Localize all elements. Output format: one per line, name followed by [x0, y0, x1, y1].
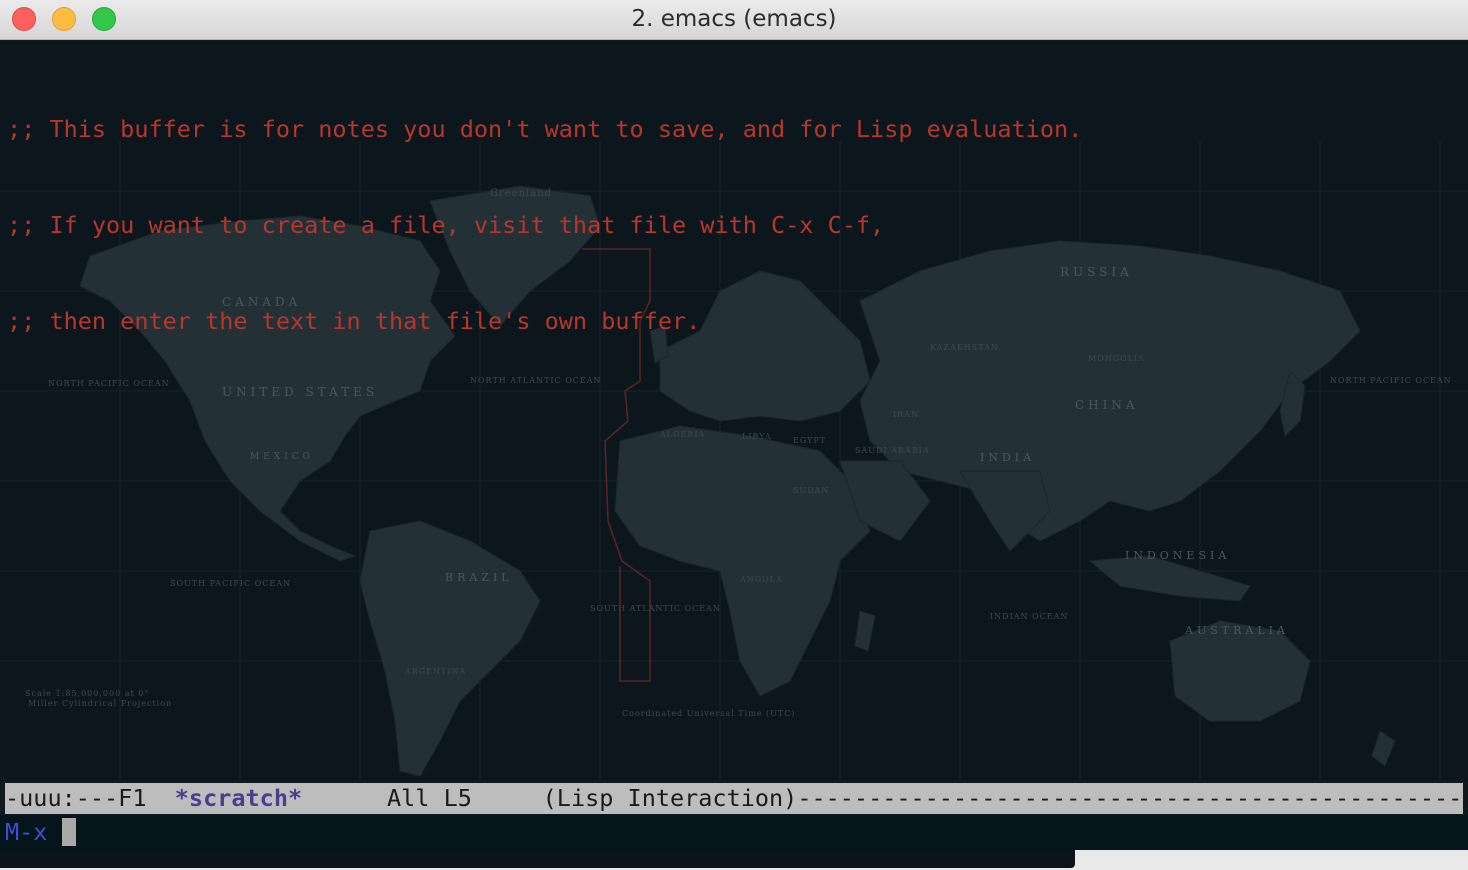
minibuffer[interactable]: M-x: [0, 815, 1468, 850]
title-bar: 2. emacs (emacs): [0, 0, 1468, 40]
window-shadow: [0, 850, 1075, 868]
modeline-status: -uuu:---F1: [5, 784, 175, 812]
modeline-major-mode[interactable]: (Lisp Interaction): [543, 784, 798, 812]
modeline-fill: ----------------------------------------…: [797, 784, 1463, 812]
buffer-line-3[interactable]: ;; then enter the text in that file's ow…: [7, 305, 1082, 337]
mode-line[interactable]: -uuu:---F1 *scratch* All L5 (Lisp Intera…: [5, 783, 1463, 814]
modeline-buffer-name[interactable]: *scratch*: [175, 784, 302, 812]
modeline-position: All L5: [302, 784, 543, 812]
minibuffer-prompt: M-x: [5, 818, 48, 846]
window-title: 2. emacs (emacs): [631, 6, 837, 32]
buffer-line-2[interactable]: ;; If you want to create a file, visit t…: [7, 209, 1082, 241]
text-cursor: [62, 818, 76, 846]
emacs-window: 2. emacs (emacs) CANADA UNITED STATES ME…: [0, 0, 1468, 850]
buffer-line-1[interactable]: ;; This buffer is for notes you don't wa…: [7, 113, 1082, 145]
scratch-buffer[interactable]: CANADA UNITED STATES MEXICO BRAZIL RUSSI…: [0, 41, 1468, 781]
buffer-text[interactable]: ;; This buffer is for notes you don't wa…: [7, 49, 1082, 401]
